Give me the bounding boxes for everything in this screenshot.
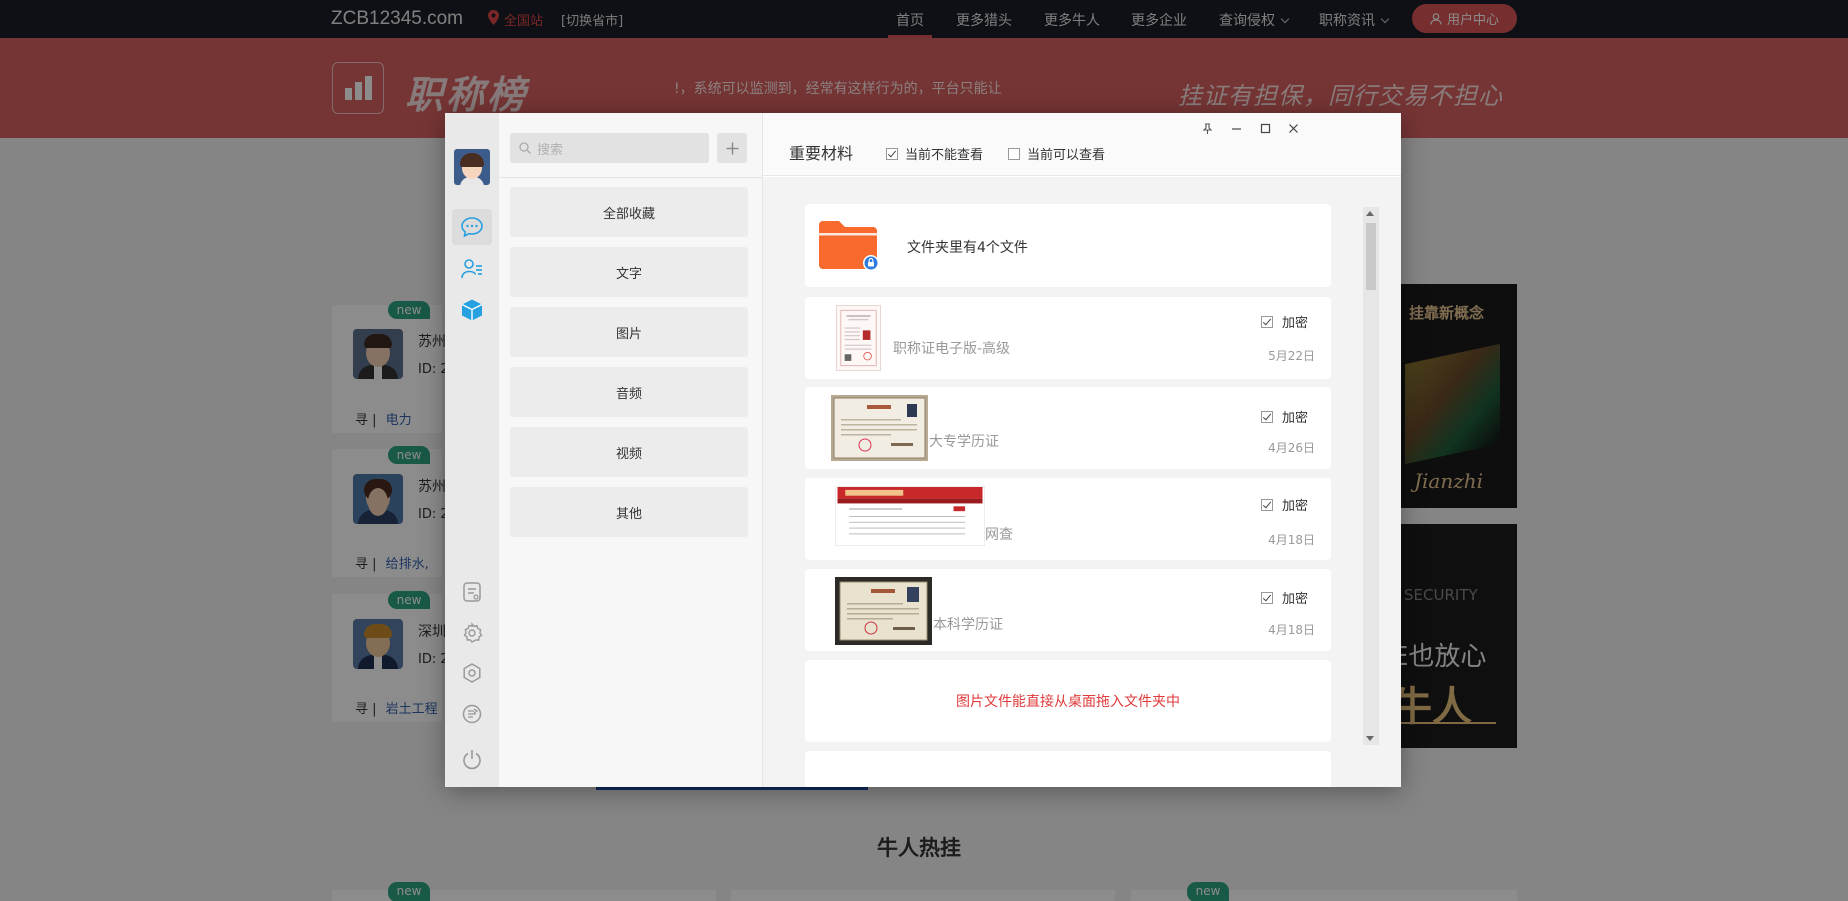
file-date: 4月18日 [1268, 623, 1315, 637]
pin-icon [1202, 122, 1212, 134]
file-item[interactable] [805, 751, 1331, 787]
checkbox-checked[interactable] [1261, 315, 1273, 328]
checkbox-checked[interactable] [1261, 410, 1273, 423]
file-thumbnail [835, 577, 932, 645]
encrypt-toggle[interactable]: 加密 [1261, 407, 1308, 426]
favorites-window: 搜索 全部收藏 文字 图片 音频 视频 其他 重要材料 当前不能查看 当前可以查… [445, 113, 1401, 787]
power-icon [463, 750, 481, 770]
category-all[interactable]: 全部收藏 [510, 187, 748, 237]
share-icon [462, 704, 482, 724]
minimize-icon [1231, 127, 1241, 130]
notes-button[interactable] [452, 574, 492, 610]
close-button[interactable] [1282, 117, 1304, 139]
file-date: 4月26日 [1268, 441, 1315, 455]
file-date: 4月18日 [1268, 533, 1315, 547]
cube-icon [461, 299, 483, 321]
checkbox-checked[interactable] [1261, 498, 1273, 511]
category-video[interactable]: 视频 [510, 427, 748, 477]
contacts-button[interactable] [452, 251, 492, 287]
file-item[interactable]: 网查 加密 4月18日 [805, 478, 1331, 560]
chat-icon [461, 217, 483, 238]
category-other[interactable]: 其他 [510, 487, 748, 537]
encrypt-toggle[interactable]: 加密 [1261, 312, 1308, 331]
search-icon [519, 142, 531, 154]
favorites-button[interactable] [452, 292, 492, 328]
file-list-area: 文件夹里有4个文件 职称证电子版-高级 加密 5月22日 大专学历证 加密 4月… [763, 177, 1401, 787]
filter-can-view[interactable]: 当前可以查看 [1008, 144, 1105, 163]
folder-icon [819, 221, 879, 271]
divider [499, 177, 762, 178]
app-sidebar-rail [445, 113, 499, 787]
encrypt-toggle[interactable]: 加密 [1261, 588, 1308, 607]
checkbox-checked[interactable] [1261, 591, 1273, 604]
filter-cannot-view-label: 当前不能查看 [905, 148, 984, 163]
pin-button[interactable] [1196, 117, 1218, 139]
power-button[interactable] [452, 741, 492, 777]
file-name: 网查 [985, 527, 1013, 543]
add-button[interactable] [717, 133, 747, 163]
category-audio[interactable]: 音频 [510, 367, 748, 417]
file-name: 职称证电子版-高级 [893, 341, 1011, 357]
filter-can-view-label: 当前可以查看 [1027, 148, 1106, 163]
settings-button[interactable] [452, 655, 492, 691]
share-button[interactable] [452, 696, 492, 732]
file-name: 大专学历证 [929, 434, 999, 450]
filter-cannot-view[interactable]: 当前不能查看 [886, 144, 983, 163]
file-item[interactable]: 职称证电子版-高级 加密 5月22日 [805, 297, 1331, 379]
file-item[interactable]: 本科学历证 加密 4月18日 [805, 569, 1331, 651]
close-icon [1288, 123, 1298, 133]
maximize-icon [1260, 123, 1270, 133]
settings-icon [463, 663, 481, 683]
file-thumbnail [836, 305, 881, 371]
scrollbar-thumb[interactable] [1366, 223, 1376, 290]
file-item[interactable]: 大专学历证 加密 4月26日 [805, 387, 1331, 469]
scroll-up-icon[interactable] [1366, 211, 1374, 216]
scroll-down-icon[interactable] [1366, 736, 1374, 741]
encrypt-label: 加密 [1282, 411, 1309, 426]
search-input[interactable]: 搜索 [510, 133, 709, 163]
category-panel: 搜索 全部收藏 文字 图片 音频 视频 其他 [499, 113, 763, 787]
file-name: 本科学历证 [933, 617, 1003, 633]
encrypt-label: 加密 [1282, 499, 1309, 514]
file-thumbnail [831, 395, 928, 461]
file-thumbnail [835, 486, 985, 546]
chat-button[interactable] [452, 209, 492, 245]
avatar[interactable] [454, 149, 490, 185]
encrypt-label: 加密 [1282, 316, 1309, 331]
folder-file-count: 文件夹里有4个文件 [907, 240, 1028, 256]
gear-button[interactable] [452, 615, 492, 651]
file-date: 5月22日 [1268, 349, 1315, 363]
plus-icon [726, 142, 738, 154]
checkbox-checked[interactable] [886, 147, 898, 160]
search-placeholder: 搜索 [537, 142, 564, 158]
maximize-button[interactable] [1254, 117, 1276, 139]
gear-icon [463, 622, 483, 643]
minimize-button[interactable] [1225, 117, 1247, 139]
folder-content-pane: 重要材料 当前不能查看 当前可以查看 文件夹里有4个文件 职称证电子版-高级 加… [763, 113, 1401, 787]
encrypt-label: 加密 [1282, 592, 1309, 607]
checkbox-unchecked[interactable] [1008, 147, 1020, 160]
folder-summary-card[interactable]: 文件夹里有4个文件 [805, 204, 1331, 287]
notes-icon [463, 582, 481, 602]
category-images[interactable]: 图片 [510, 307, 748, 357]
folder-title: 重要材料 [789, 144, 854, 163]
drop-zone-hint[interactable]: 图片文件能直接从桌面拖入文件夹中 [805, 660, 1331, 742]
encrypt-toggle[interactable]: 加密 [1261, 495, 1308, 514]
category-text[interactable]: 文字 [510, 247, 748, 297]
contacts-icon [461, 259, 482, 279]
content-header: 重要材料 当前不能查看 当前可以查看 [763, 113, 1401, 176]
